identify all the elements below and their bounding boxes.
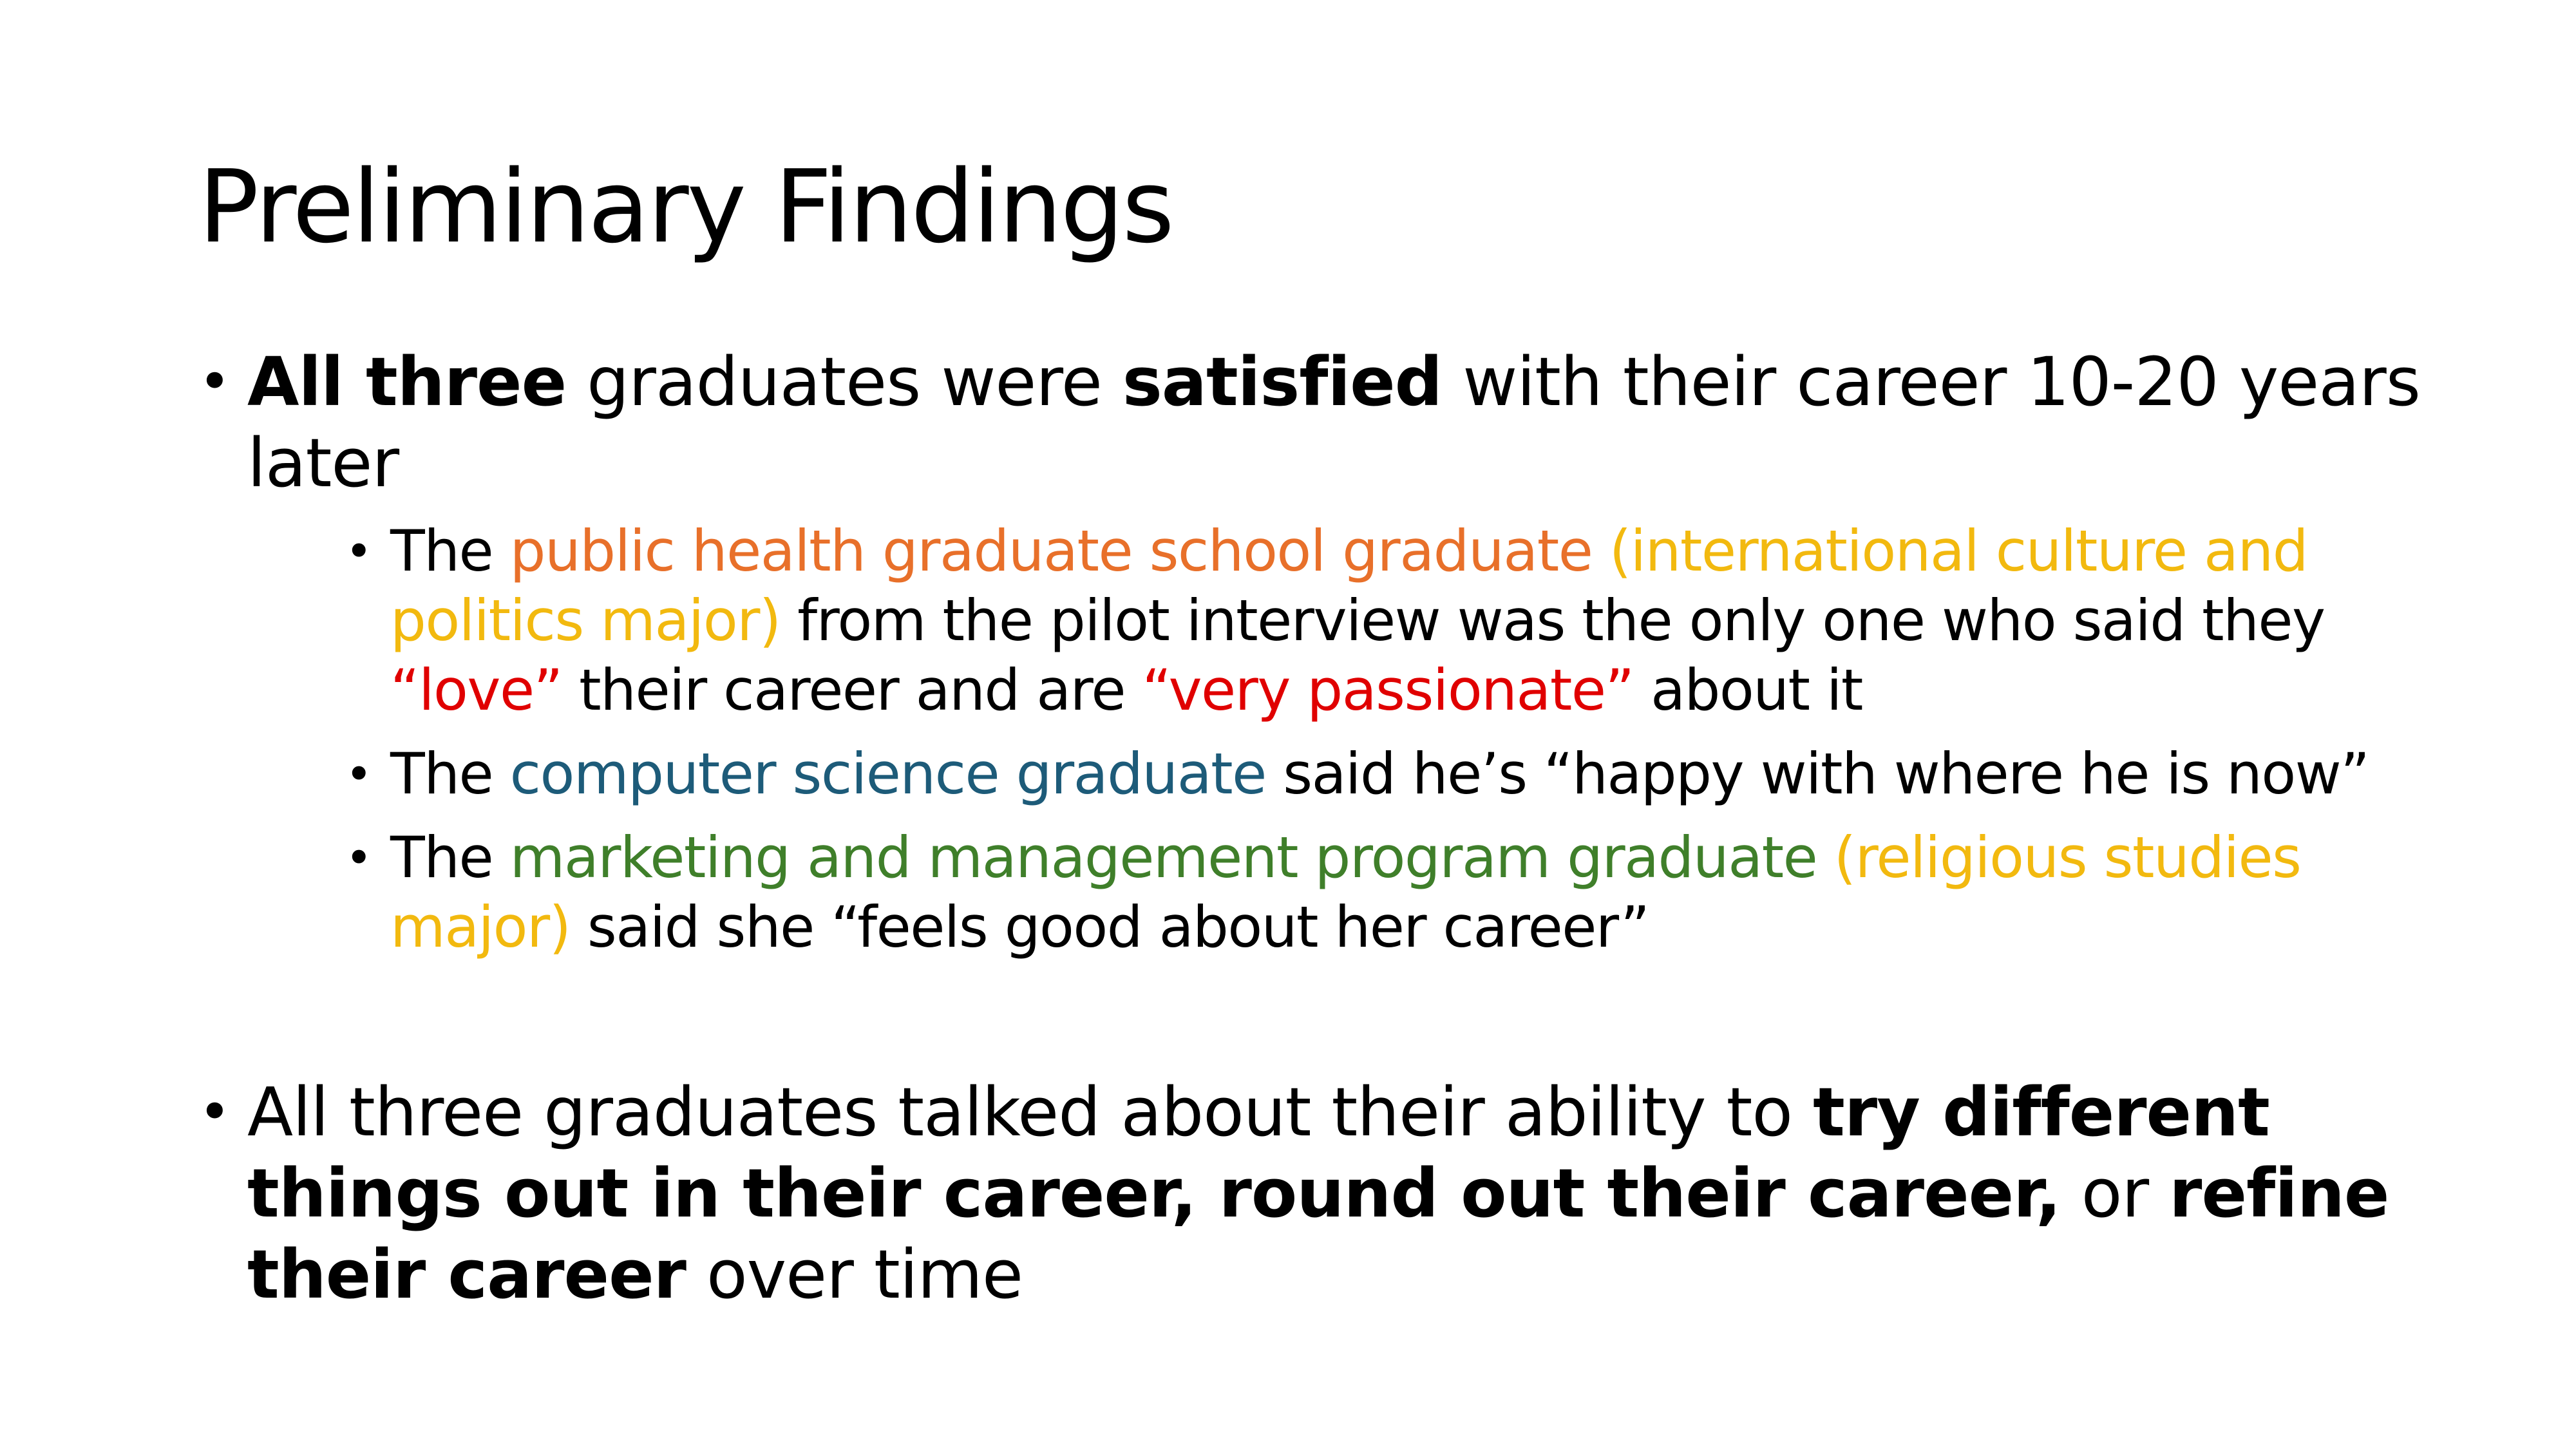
text: or (2060, 1154, 2170, 1233)
sub-bullet-marketing: • The marketing and management program gr… (345, 823, 2451, 962)
highlight-orange: public health graduate school graduate (509, 518, 1593, 584)
slide-body: • All three graduates were satisfied with… (193, 341, 2447, 1315)
quote-red: “very passionate” (1142, 657, 1634, 723)
slide: Preliminary Findings • All three graduate… (0, 0, 2576, 1449)
bullet-dot-icon: • (345, 747, 372, 801)
bullet-career-ability: • All three graduates talked about their … (193, 1072, 2469, 1315)
bold-all-three: All three (247, 343, 567, 421)
text (1817, 824, 1833, 891)
text (1592, 518, 1609, 584)
bullet-dot-icon: • (198, 350, 231, 414)
sub-bullets: • The public health graduate school gradu… (193, 516, 2447, 962)
bullet-satisfied: • All three graduates were satisfied with… (193, 341, 2469, 504)
bullet-dot-icon: • (345, 831, 372, 885)
bold-satisfied: satisfied (1122, 343, 1443, 421)
highlight-green: marketing and management program graduat… (509, 824, 1818, 891)
text: over time (685, 1235, 1023, 1314)
text: All three graduates talked about their a… (247, 1073, 1814, 1151)
text: from the pilot interview was the only on… (780, 587, 2325, 654)
text: The (390, 741, 510, 807)
text: said he’s “happy with where he is now” (1265, 741, 2370, 807)
text: The (390, 518, 510, 584)
text: their career and are (562, 657, 1142, 723)
bullet-dot-icon: • (345, 524, 372, 578)
highlight-teal: computer science graduate (509, 741, 1267, 807)
text: about it (1633, 657, 1863, 723)
text: graduates were (566, 343, 1122, 421)
sub-bullet-computer-science: • The computer science graduate said he’s… (345, 739, 2451, 809)
quote-red: “love” (390, 657, 563, 723)
bullet-dot-icon: • (198, 1080, 231, 1144)
text: said she “feels good about her career” (570, 894, 1650, 960)
sub-bullet-public-health: • The public health graduate school gradu… (345, 516, 2451, 725)
slide-title: Preliminary Findings (198, 148, 1175, 265)
text: The (390, 824, 510, 891)
